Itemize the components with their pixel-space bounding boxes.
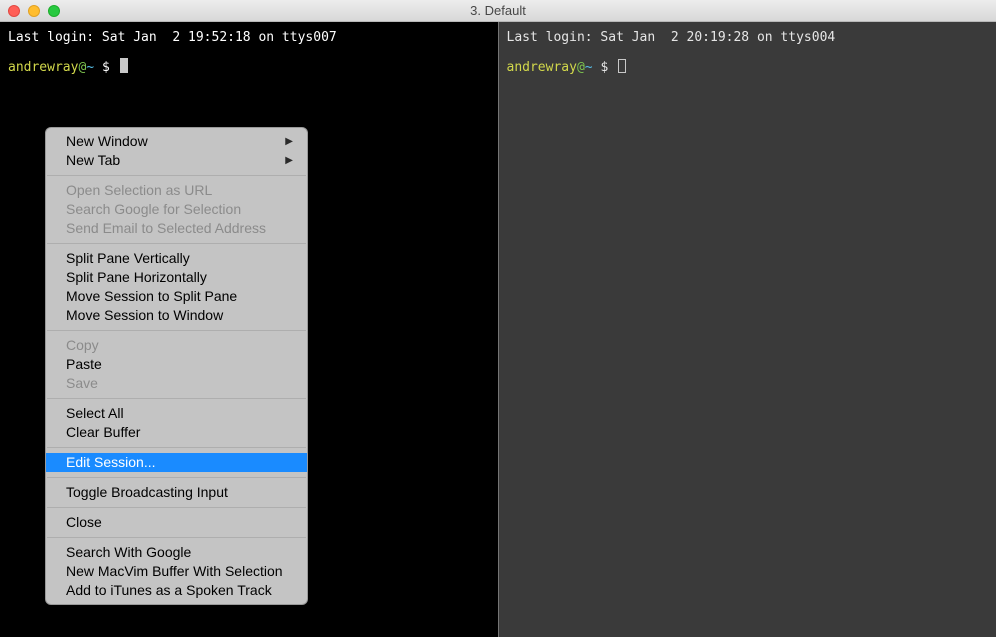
menu-item-split-pane-horizontally[interactable]: Split Pane Horizontally [46, 268, 307, 287]
cursor-icon [120, 58, 128, 73]
menu-separator [47, 537, 306, 538]
last-login-line: Last login: Sat Jan 2 20:19:28 on ttys00… [507, 28, 989, 48]
menu-item-label: Move Session to Split Pane [66, 286, 237, 307]
prompt-tilde: ~ [86, 60, 94, 75]
menu-item-new-window[interactable]: New Window ▶ [46, 132, 307, 151]
cursor-icon [618, 59, 626, 73]
menu-item-label: Send Email to Selected Address [66, 218, 266, 239]
menu-item-send-email-to-selected-address: Send Email to Selected Address [46, 219, 307, 238]
menu-item-toggle-broadcasting-input[interactable]: Toggle Broadcasting Input [46, 483, 307, 502]
menu-item-paste[interactable]: Paste [46, 355, 307, 374]
traffic-lights [8, 5, 60, 17]
menu-item-clear-buffer[interactable]: Clear Buffer [46, 423, 307, 442]
menu-item-new-tab[interactable]: New Tab ▶ [46, 151, 307, 170]
menu-item-label: Paste [66, 354, 102, 375]
menu-item-edit-session[interactable]: Edit Session... [46, 453, 307, 472]
prompt-at: @ [577, 60, 585, 75]
menu-item-save: Save [46, 374, 307, 393]
window-title: 3. Default [0, 3, 996, 18]
prompt-tilde: ~ [585, 60, 593, 75]
menu-item-label: Close [66, 512, 102, 533]
menu-item-add-to-itunes-as-a-spoken-track[interactable]: Add to iTunes as a Spoken Track [46, 581, 307, 600]
menu-item-new-macvim-buffer-with-selection[interactable]: New MacVim Buffer With Selection [46, 562, 307, 581]
terminal-pane-right[interactable]: Last login: Sat Jan 2 20:19:28 on ttys00… [499, 22, 996, 637]
menu-item-search-with-google[interactable]: Search With Google [46, 543, 307, 562]
menu-item-label: Select All [66, 403, 124, 424]
menu-separator [47, 330, 306, 331]
menu-item-label: New Window [66, 131, 148, 152]
menu-separator [47, 243, 306, 244]
menu-item-search-google-for-selection: Search Google for Selection [46, 200, 307, 219]
menu-item-label: Clear Buffer [66, 422, 140, 443]
menu-item-copy: Copy [46, 336, 307, 355]
prompt-user: andrewray [8, 60, 78, 75]
last-login-line: Last login: Sat Jan 2 19:52:18 on ttys00… [8, 28, 490, 48]
menu-separator [47, 175, 306, 176]
menu-item-label: Save [66, 373, 98, 394]
context-menu[interactable]: New Window ▶ New Tab ▶ Open Selection as URL… [45, 127, 308, 605]
prompt-user: andrewray [507, 60, 577, 75]
zoom-window-icon[interactable] [48, 5, 60, 17]
menu-separator [47, 507, 306, 508]
menu-item-label: New MacVim Buffer With Selection [66, 561, 283, 582]
menu-item-label: Search Google for Selection [66, 199, 241, 220]
terminal-pane-left[interactable]: Last login: Sat Jan 2 19:52:18 on ttys00… [0, 22, 499, 637]
chevron-right-icon: ▶ [285, 153, 293, 168]
menu-item-close[interactable]: Close [46, 513, 307, 532]
prompt-line: andrewray@~ $ [8, 58, 490, 78]
menu-separator [47, 477, 306, 478]
title-bar[interactable]: 3. Default [0, 0, 996, 22]
menu-item-label: Copy [66, 335, 99, 356]
prompt-line: andrewray@~ $ [507, 58, 989, 78]
menu-item-label: Add to iTunes as a Spoken Track [66, 580, 272, 601]
menu-item-label: Move Session to Window [66, 305, 223, 326]
menu-item-select-all[interactable]: Select All [46, 404, 307, 423]
menu-item-label: Toggle Broadcasting Input [66, 482, 228, 503]
close-window-icon[interactable] [8, 5, 20, 17]
prompt-dollar: $ [600, 60, 608, 75]
menu-item-label: Search With Google [66, 542, 191, 563]
menu-separator [47, 447, 306, 448]
menu-item-move-session-to-window[interactable]: Move Session to Window [46, 306, 307, 325]
menu-item-split-pane-vertically[interactable]: Split Pane Vertically [46, 249, 307, 268]
menu-item-label: Split Pane Horizontally [66, 267, 207, 288]
menu-item-label: Open Selection as URL [66, 180, 212, 201]
menu-separator [47, 398, 306, 399]
menu-item-label: Edit Session... [66, 452, 156, 473]
menu-item-label: Split Pane Vertically [66, 248, 190, 269]
menu-item-move-session-to-split-pane[interactable]: Move Session to Split Pane [46, 287, 307, 306]
menu-item-open-selection-as-url: Open Selection as URL [46, 181, 307, 200]
chevron-right-icon: ▶ [285, 134, 293, 149]
minimize-window-icon[interactable] [28, 5, 40, 17]
prompt-dollar: $ [102, 60, 110, 75]
split-panes: Last login: Sat Jan 2 19:52:18 on ttys00… [0, 22, 996, 637]
menu-item-label: New Tab [66, 150, 120, 171]
